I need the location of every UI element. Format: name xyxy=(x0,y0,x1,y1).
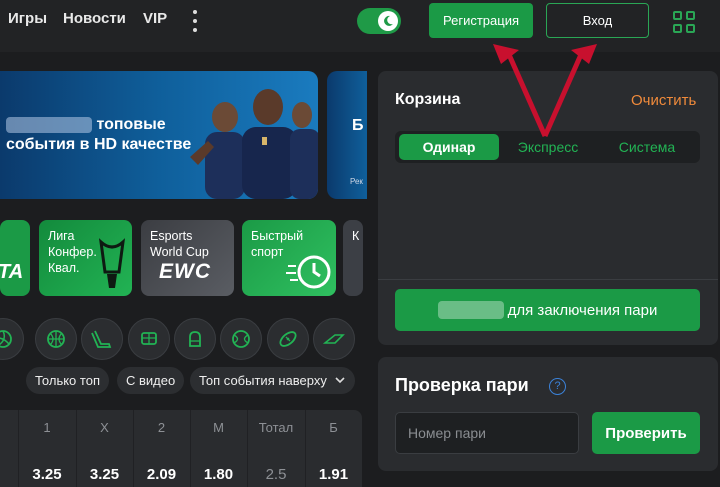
nav-games[interactable]: Игры xyxy=(8,10,47,27)
hockey-icon[interactable] xyxy=(81,318,123,360)
annotation-arrows xyxy=(493,44,597,138)
promo-card-conference-label: Лига Конфер. Квал. xyxy=(48,229,97,275)
help-icon[interactable]: ? xyxy=(549,378,566,395)
next-banner[interactable]: Б Рек xyxy=(327,71,367,199)
odds-cell[interactable]: 1.80 xyxy=(190,466,247,483)
formula-icon[interactable] xyxy=(313,318,355,360)
col-header-x: X xyxy=(100,420,109,435)
stopwatch-icon xyxy=(286,255,331,289)
basketball-icon[interactable] xyxy=(35,318,77,360)
filter-with-video[interactable]: С видео xyxy=(117,367,185,394)
divider xyxy=(378,279,718,280)
promo-banner[interactable]: топовые события в HD качестве xyxy=(0,71,318,199)
col-header-2: 2 xyxy=(157,420,166,435)
blurred-text xyxy=(437,301,504,319)
col-header-m: М xyxy=(213,420,224,435)
trophy-icon xyxy=(98,238,126,288)
promo-card-5-label: К xyxy=(352,229,360,243)
promo-card-1-label: TA xyxy=(0,261,24,283)
clear-cart-link[interactable]: Очистить xyxy=(631,92,696,109)
tab-system[interactable]: Система xyxy=(597,131,697,163)
chevron-down-icon xyxy=(335,377,345,384)
filter-top-first-label: Топ события наверху xyxy=(199,373,327,388)
moon-icon xyxy=(378,11,398,31)
register-button[interactable]: Регистрация xyxy=(429,3,533,38)
odds-cell[interactable]: 1.91 xyxy=(305,466,362,483)
promo-card-ewc-label: Esports World Cup xyxy=(150,229,209,259)
filter-only-top[interactable]: Только топ xyxy=(26,367,109,394)
tab-single[interactable]: Одинар xyxy=(399,134,499,160)
banner-line2: события в HD качестве xyxy=(6,136,192,153)
filter-top-first[interactable]: Топ события наверху xyxy=(190,367,355,394)
banner-line1: топовые xyxy=(96,116,166,133)
check-bet-title: Проверка пари xyxy=(395,375,529,395)
theme-toggle[interactable] xyxy=(357,8,401,34)
table-tennis-icon[interactable] xyxy=(128,318,170,360)
odds-cell[interactable]: 3.25 xyxy=(18,466,76,483)
check-bet-button[interactable]: Проверить xyxy=(592,412,700,454)
login-to-bet-label: для заключения пари xyxy=(507,301,658,319)
boxing-icon[interactable] xyxy=(174,318,216,360)
odds-table: 1 X 2 М Тотал Б 3.25 3.25 2.09 1.80 2.5 … xyxy=(0,410,362,487)
next-banner-small: Рек xyxy=(350,177,363,186)
col-header-1: 1 xyxy=(43,420,51,435)
odds-cell[interactable]: 2.09 xyxy=(133,466,190,483)
promo-card-fast-sport[interactable]: Быстрый спорт xyxy=(242,220,336,296)
col-header-b: Б xyxy=(329,420,338,435)
odds-cell[interactable]: 3.25 xyxy=(76,466,133,483)
more-menu-icon[interactable] xyxy=(190,10,200,32)
american-football-icon[interactable] xyxy=(267,318,309,360)
login-to-bet-button[interactable]: для заключения пари xyxy=(395,289,700,331)
volleyball-icon[interactable] xyxy=(0,318,24,360)
top-header: Игры Новости VIP Регистрация Вход xyxy=(0,0,720,52)
login-button[interactable]: Вход xyxy=(546,3,649,38)
next-banner-letter: Б xyxy=(352,117,364,134)
nav-vip[interactable]: VIP xyxy=(143,10,167,27)
ewc-logo: EWC xyxy=(159,260,211,283)
cart-title: Корзина xyxy=(395,91,461,108)
apps-grid-icon[interactable] xyxy=(673,11,695,33)
tennis-icon[interactable] xyxy=(220,318,262,360)
banner-title: топовые события в HD качестве xyxy=(6,115,226,155)
promo-card-conference[interactable]: Лига Конфер. Квал. xyxy=(39,220,132,296)
promo-card-1[interactable]: TA xyxy=(0,220,30,296)
nav-news[interactable]: Новости xyxy=(63,10,126,27)
odds-cell: 2.5 xyxy=(265,466,287,483)
promo-card-ewc[interactable]: Esports World Cup EWC xyxy=(141,220,234,296)
promo-card-5[interactable]: К xyxy=(343,220,363,296)
blurred-text xyxy=(6,116,92,133)
bet-number-input[interactable] xyxy=(395,412,579,454)
col-header-total: Тотал xyxy=(258,420,294,435)
